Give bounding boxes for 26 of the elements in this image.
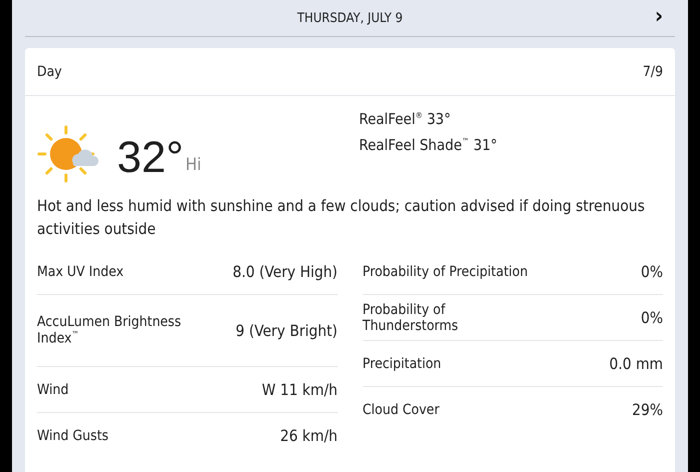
detail-label: Wind Gusts: [37, 428, 108, 444]
period-date: 7/9: [642, 64, 663, 80]
detail-label: Probability of Precipitation: [362, 264, 528, 280]
detail-label: Cloud Cover: [362, 402, 440, 418]
forecast-description: Hot and less humid with sunshine and a few clouds; caution advised if doing strenuous activities outside: [37, 196, 646, 240]
realfeel-reading: RealFeel$^{®}$ 33°: [359, 110, 452, 128]
detail-value: 26 km/h: [280, 427, 338, 445]
temperature: 32°: [117, 133, 184, 183]
temperature-label: Hi: [186, 155, 202, 175]
detail-value: 9 (Very Bright): [236, 322, 338, 340]
detail-value: 29%: [632, 401, 663, 419]
detail-value: 8.0 (Very High): [232, 262, 338, 280]
detail-value: 0%: [640, 262, 663, 280]
date-heading: THURSDAY, JULY 9: [297, 10, 403, 26]
detail-label: Probability of Thunderstorms: [362, 302, 460, 334]
detail-label: AccuLumen Brightness Index$^{™}$: [37, 314, 182, 347]
next-day-button[interactable]: ›: [652, 6, 665, 28]
detail-label: Max UV Index: [37, 264, 124, 280]
period-title: Day: [37, 64, 62, 80]
detail-value: 0%: [640, 308, 663, 326]
detail-value: 0.0 mm: [609, 354, 663, 372]
sun-cloud-icon: [37, 125, 101, 183]
detail-label: Wind: [37, 382, 69, 398]
detail-value: W 11 km/h: [262, 380, 338, 398]
detail-label: Precipitation: [362, 356, 442, 372]
realfeel-reading: RealFeel Shade$^{™}$ 31°: [359, 136, 498, 154]
